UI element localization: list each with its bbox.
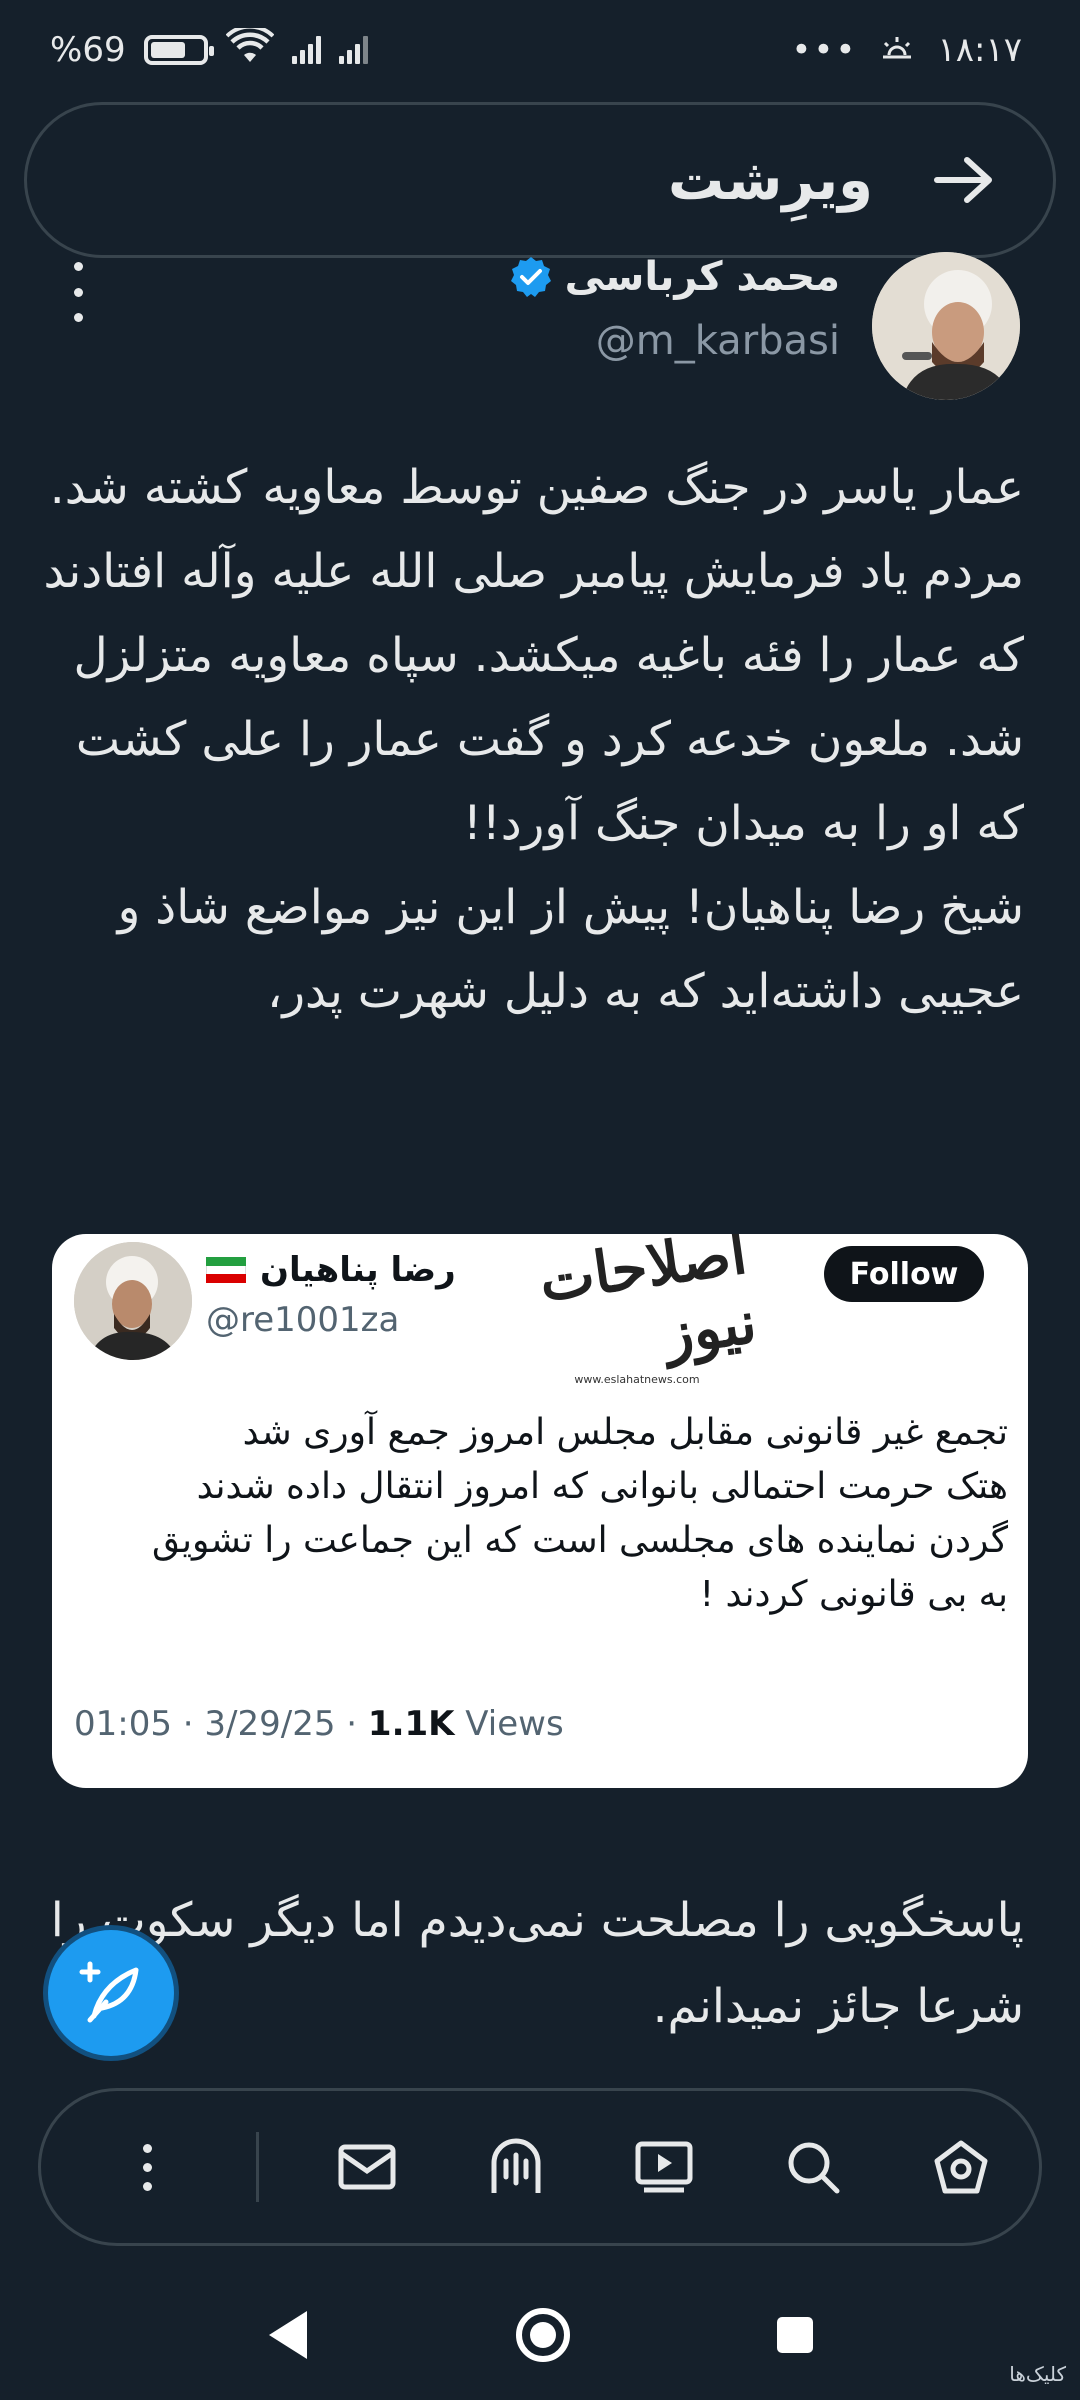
embed-line-1: تجمع غیر قانونی مقابل مجلس امروز جمع آور…: [242, 1412, 1008, 1453]
nav-home-button[interactable]: [921, 2127, 1001, 2207]
wifi-icon: [225, 24, 274, 73]
sunrise-icon: [879, 30, 915, 70]
author-handle: @m_karbasi: [595, 318, 840, 364]
system-home-icon[interactable]: [513, 2305, 573, 2365]
header-bar: ویرِشت: [24, 102, 1056, 258]
author-row: محمد کرباسی @m_karbasi: [0, 252, 1080, 412]
battery-icon: [143, 35, 214, 65]
tweet-paragraph-2: شیخ رضا پناهیان! پیش از این نیز مواضع شا…: [117, 880, 1024, 1019]
avatar[interactable]: [872, 252, 1020, 400]
compose-button[interactable]: [48, 1930, 174, 2056]
status-right: ••• ۱۸:۱۷: [791, 30, 1022, 70]
nav-video-button[interactable]: [624, 2127, 704, 2207]
embed-views-label: Views: [454, 1704, 564, 1744]
video-icon: [635, 2141, 693, 2193]
nav-spaces-button[interactable]: [476, 2127, 556, 2207]
signal-2-icon: [338, 36, 368, 64]
embed-line-4: به بی قانونی کردند !: [699, 1574, 1008, 1615]
status-left: %69: [50, 24, 368, 73]
embed-meta: 01:05 · 3/29/25 · 1.1K Views: [74, 1704, 564, 1744]
system-navigation-bar: [0, 2270, 1080, 2400]
embed-avatar: [74, 1242, 192, 1360]
eslahat-news-logo: اصلاحات نیوز www.eslahatnews.com: [522, 1234, 760, 1386]
embed-text: تجمع غیر قانونی مقابل مجلس امروز جمع آور…: [68, 1406, 1008, 1622]
embed-timestamp: 01:05 · 3/29/25 ·: [74, 1704, 368, 1744]
tweet-paragraph-3: پاسخگویی را مصلحت نمی‌دیدم اما دیگر سکوت…: [50, 1893, 1024, 2034]
spaces-icon: [491, 2138, 540, 2193]
bottom-navigation: [38, 2088, 1042, 2246]
nav-search-button[interactable]: [773, 2127, 853, 2207]
nav-more-button[interactable]: [107, 2127, 187, 2207]
battery-level: %69: [50, 30, 126, 70]
notification-overflow: •••: [791, 30, 858, 70]
author-name[interactable]: محمد کرباسی: [565, 254, 840, 300]
system-back-icon[interactable]: [263, 2307, 313, 2363]
watermark: کلیک‌ها: [1009, 2362, 1066, 2386]
embedded-screenshot[interactable]: رضا پناهیان @re1001za اصلاحات نیوز www.e…: [52, 1234, 1028, 1788]
tweet-paragraph-1: عمار یاسر در جنگ صفین توسط معاویه کشته ش…: [43, 460, 1024, 851]
more-icon: [142, 2143, 152, 2191]
embed-line-3: گردن نماینده های مجلسی است که این جماعت …: [151, 1520, 1008, 1561]
embed-follow-button: Follow: [824, 1246, 984, 1302]
embed-views-count: 1.1K: [367, 1704, 455, 1744]
arrow-right-icon: [934, 157, 992, 203]
status-bar: %69 ••• ۱۸:۱۷: [0, 0, 1080, 100]
compose-feather-icon: [79, 1961, 139, 2023]
mail-icon: [338, 2144, 396, 2190]
nav-messages-button[interactable]: [327, 2127, 407, 2207]
system-recents-icon[interactable]: [773, 2313, 817, 2357]
embed-author-name: رضا پناهیان: [260, 1250, 456, 1290]
logo-text: اصلاحات نیوز: [535, 1234, 761, 1368]
signal-icon: [291, 36, 321, 64]
nav-divider: [255, 2132, 259, 2202]
author-name-row: محمد کرباسی: [509, 254, 840, 300]
clock: ۱۸:۱۷: [937, 30, 1022, 70]
tweet-text: عمار یاسر در جنگ صفین توسط معاویه کشته ش…: [24, 446, 1024, 1034]
home-icon: [934, 2140, 988, 2194]
more-options-icon[interactable]: [68, 262, 88, 322]
search-icon: [788, 2142, 839, 2194]
embed-author-handle: @re1001za: [206, 1300, 400, 1340]
iran-flag-icon: [206, 1257, 246, 1284]
embed-line-2: هتک حرمت احتمالی بانوانی که امروز انتقال…: [196, 1466, 1008, 1507]
back-button[interactable]: [933, 156, 993, 204]
verified-badge-icon: [510, 257, 551, 297]
page-title: ویرِشت: [667, 147, 873, 213]
embed-name-row: رضا پناهیان: [206, 1250, 456, 1290]
